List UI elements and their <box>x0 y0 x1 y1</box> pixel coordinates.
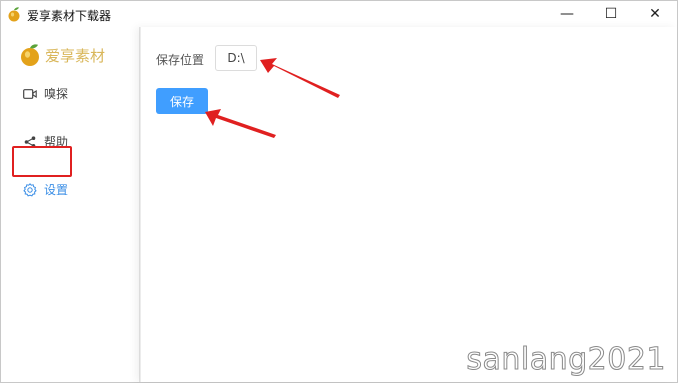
brand: 爱享素材 <box>19 43 105 67</box>
minimize-button[interactable]: — <box>545 1 589 27</box>
settings-highlight-annotation <box>12 146 72 177</box>
maximize-icon: ☐ <box>604 6 618 22</box>
sidebar-item-label: 设置 <box>44 183 69 197</box>
sidebar-item-settings[interactable]: 设置 <box>22 181 68 198</box>
minimize-icon: — <box>560 6 574 22</box>
window-title: 爱享素材下载器 <box>27 9 112 23</box>
save-button[interactable]: 保存 <box>156 88 208 114</box>
close-button[interactable]: ✕ <box>633 1 677 27</box>
save-location-label: 保存位置 <box>156 53 205 67</box>
brand-name: 爱享素材 <box>45 46 106 65</box>
gear-icon <box>22 182 38 198</box>
watermark-text: sanlang2021 <box>466 342 666 378</box>
video-camera-icon <box>22 86 38 102</box>
save-location-input[interactable] <box>215 45 257 71</box>
brand-logo-icon <box>21 44 39 66</box>
sidebar: 爱享素材 <box>1 27 140 382</box>
main-content <box>140 27 677 382</box>
close-icon: ✕ <box>649 6 661 22</box>
app-window: 爱享素材下载器 — ☐ ✕ 爱享素材 <box>0 0 678 383</box>
sidebar-item-label: 嗅探 <box>44 87 69 101</box>
app-logo-icon <box>8 7 20 22</box>
title-bar: 爱享素材下载器 — ☐ ✕ <box>1 1 677 27</box>
sidebar-item-sniff[interactable]: 嗅探 <box>22 85 68 102</box>
maximize-button[interactable]: ☐ <box>589 1 633 27</box>
